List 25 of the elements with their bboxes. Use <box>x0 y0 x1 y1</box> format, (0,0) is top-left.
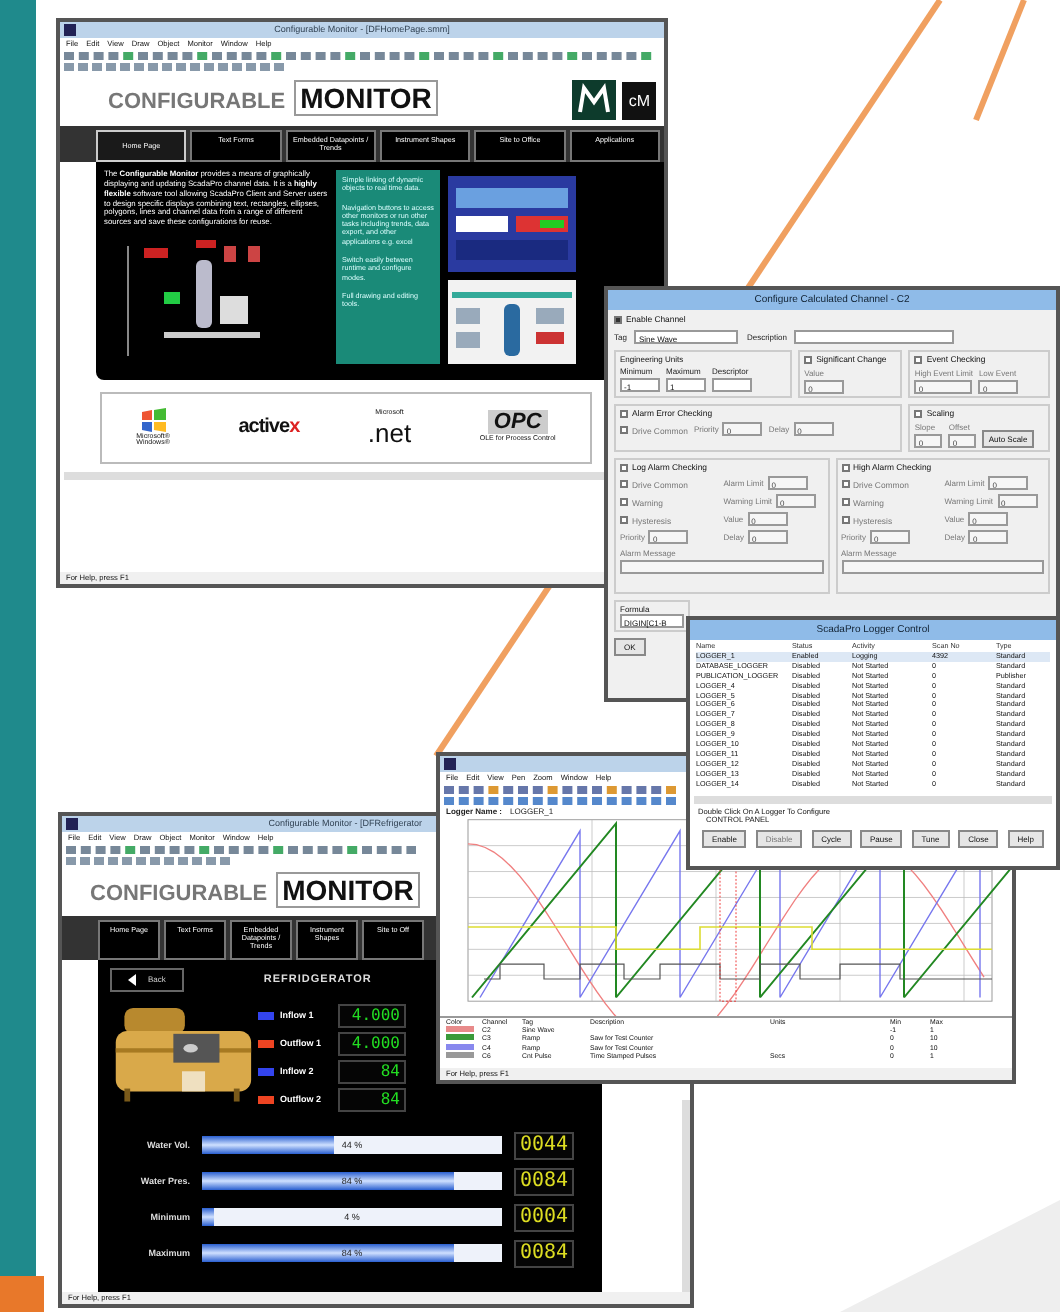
digital-display: 4.000 <box>338 1031 406 1056</box>
app-logo-text: CONFIGURABLE MONITOR <box>108 82 567 118</box>
back-arrow-icon <box>128 973 142 986</box>
digital-display: 0084 <box>514 1167 575 1196</box>
logo-badge: cM <box>622 81 656 119</box>
input-field[interactable] <box>841 559 1044 573</box>
input-field[interactable] <box>794 330 955 344</box>
input-field[interactable] <box>620 559 823 573</box>
digital-display: 84 <box>338 1087 406 1112</box>
logo-icon <box>572 80 617 120</box>
input-field[interactable] <box>712 378 752 392</box>
opc-logo: OPC <box>487 410 548 435</box>
chiller-drawing <box>110 1003 254 1104</box>
activex-logo: activex <box>238 416 300 439</box>
digital-display: 4.000 <box>338 1003 406 1028</box>
digital-display: 84 <box>338 1059 406 1084</box>
scrollbar[interactable] <box>682 1099 690 1292</box>
net-logo: .net <box>367 419 412 446</box>
digital-display: 0004 <box>514 1203 575 1232</box>
scrollbar[interactable] <box>694 795 1052 804</box>
side-stripe-foot <box>0 1276 44 1312</box>
digital-display: 0044 <box>514 1131 575 1160</box>
accent-line <box>973 0 1027 122</box>
windows-logo-icon <box>139 407 168 432</box>
digital-display: 0084 <box>514 1239 575 1268</box>
